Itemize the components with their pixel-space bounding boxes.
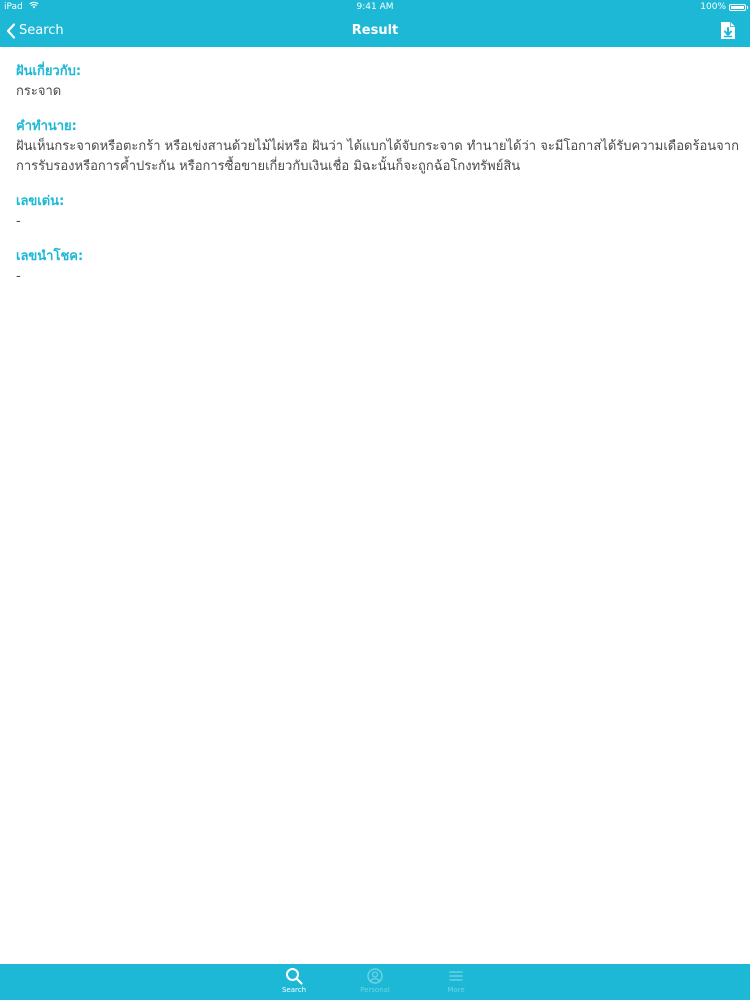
- page-title: Result: [351, 23, 399, 38]
- lucky-number-label: เลขนำโชค:: [16, 249, 84, 264]
- prediction-label: คำทำนาย:: [16, 119, 77, 134]
- tab-search[interactable]: Search: [264, 964, 324, 1000]
- more-icon: [447, 964, 465, 985]
- key-number-label: เลขเด่น:: [16, 194, 65, 209]
- tab-personal-label: Personal: [360, 986, 390, 994]
- tab-personal[interactable]: Personal: [345, 964, 405, 1000]
- prediction-value: ฝันเห็นกระจาดหรือตะกร้า หรือเข่งสานด้วยไ…: [16, 139, 739, 174]
- search-icon: [285, 964, 303, 985]
- back-label: Search: [19, 23, 64, 38]
- lucky-number-section: เลขนำโชค: -: [16, 247, 740, 287]
- key-number-value: -: [16, 214, 21, 229]
- navigation-bar: Search Result: [0, 14, 750, 47]
- status-right: 100%: [700, 0, 748, 14]
- dream-about-label: ฝันเกี่ยวกับ:: [16, 64, 82, 79]
- back-button[interactable]: Search: [6, 14, 64, 47]
- tab-more-label: More: [447, 986, 465, 994]
- chevron-left-icon: [6, 22, 16, 39]
- result-content: ฝันเกี่ยวกับ: กระจาด คำทำนาย: ฝันเห็นกระ…: [16, 62, 740, 302]
- dream-about-section: ฝันเกี่ยวกับ: กระจาด: [16, 62, 740, 102]
- prediction-section: คำทำนาย: ฝันเห็นกระจาดหรือตะกร้า หรือเข่…: [16, 117, 740, 177]
- status-bar: iPad 9:41 AM 100%: [0, 0, 750, 14]
- tab-more[interactable]: More: [426, 964, 486, 1000]
- battery-percent: 100%: [700, 2, 726, 12]
- dream-about-value: กระจาด: [16, 84, 62, 99]
- download-document-icon[interactable]: [720, 21, 736, 40]
- personal-icon: [366, 964, 384, 985]
- status-time: 9:41 AM: [356, 2, 394, 12]
- tab-search-label: Search: [281, 986, 307, 994]
- lucky-number-value: -: [16, 269, 21, 284]
- tab-bar: Search Personal More: [0, 964, 750, 1000]
- key-number-section: เลขเด่น: -: [16, 192, 740, 232]
- battery-icon: [729, 3, 748, 11]
